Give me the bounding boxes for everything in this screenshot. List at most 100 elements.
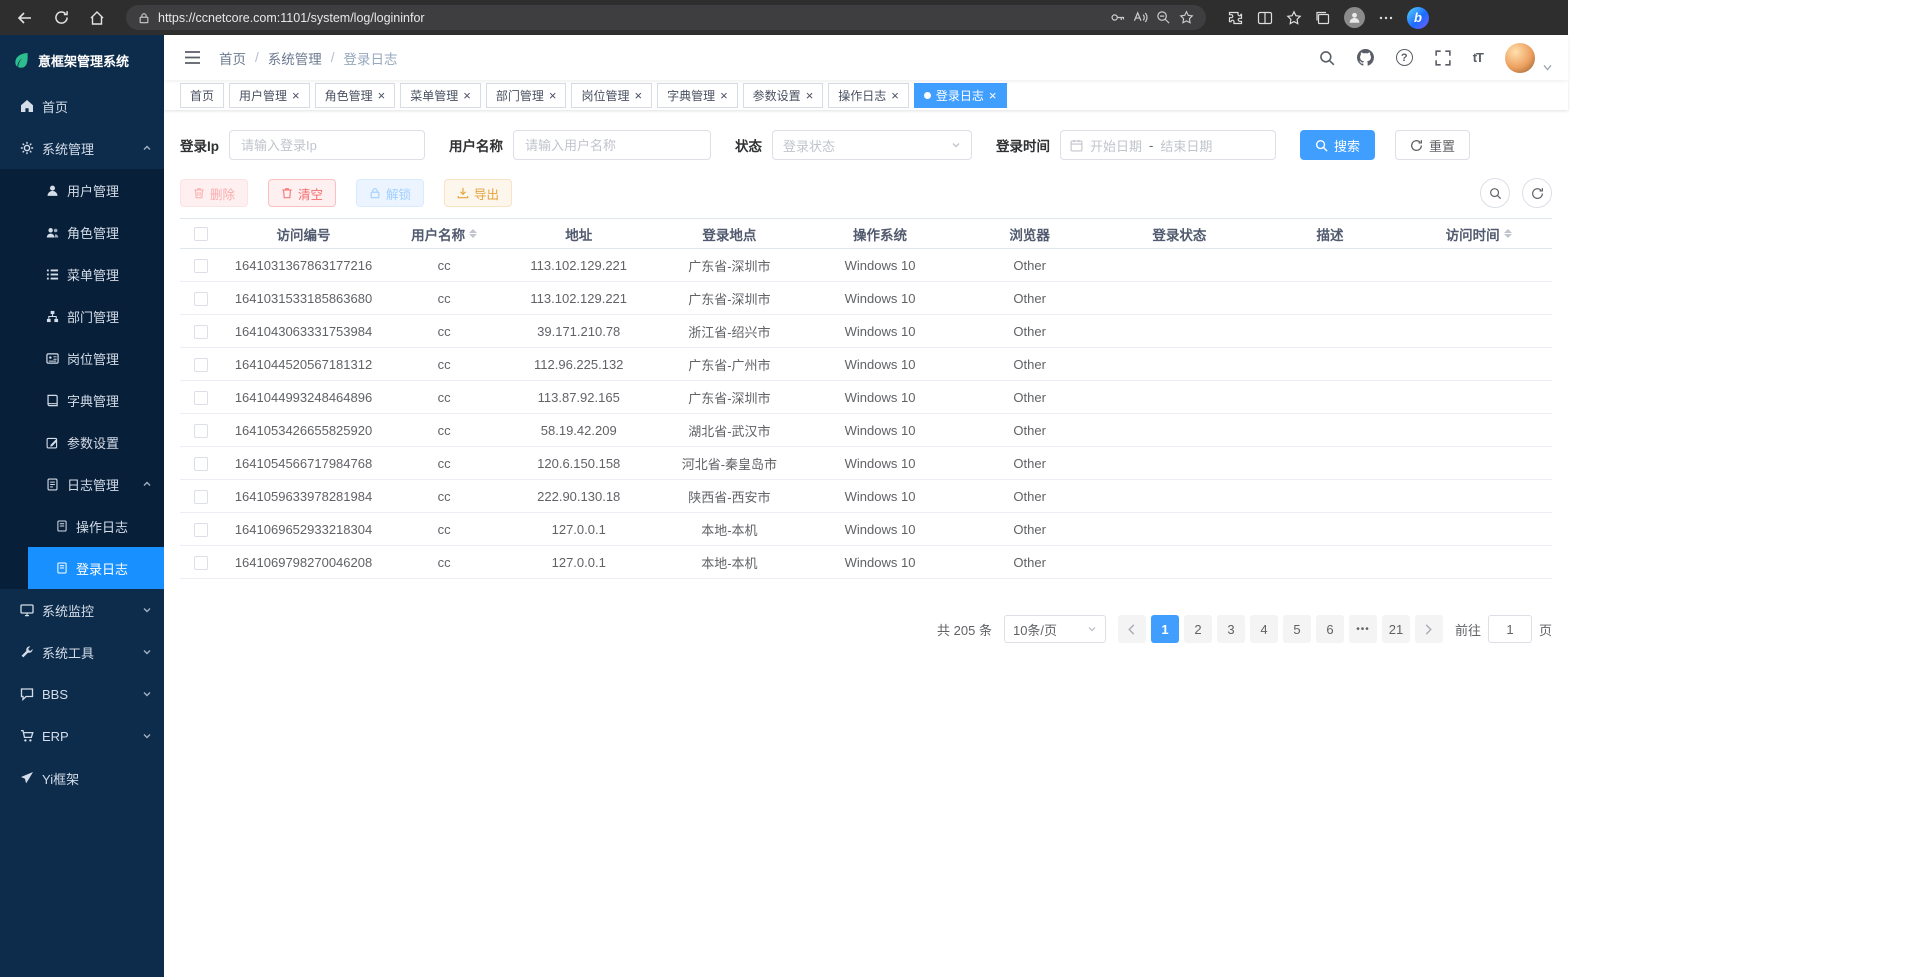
tab-operation-log[interactable]: 操作日志× (828, 83, 909, 108)
password-key-icon[interactable] (1110, 10, 1125, 25)
page-button-3[interactable]: 3 (1217, 615, 1245, 643)
user-avatar[interactable] (1505, 43, 1535, 73)
tab-close-icon[interactable]: × (989, 89, 997, 102)
extensions-icon[interactable] (1228, 10, 1244, 26)
tab-login-log[interactable]: 登录日志× (914, 83, 1007, 108)
collections-icon[interactable] (1315, 10, 1331, 26)
table-row[interactable]: 1641069798270046208cc127.0.0.1本地-本机Windo… (180, 546, 1552, 579)
tab-close-icon[interactable]: × (634, 89, 642, 102)
sidebar-item-menu-management[interactable]: 菜单管理 (0, 253, 164, 295)
table-row[interactable]: 1641044993248464896cc113.87.92.165广东省-深圳… (180, 381, 1552, 414)
sidebar-item-yi-framework[interactable]: Yi框架 (0, 757, 164, 799)
home-button[interactable] (82, 4, 112, 31)
sidebar-item-operation-log[interactable]: 操作日志 (0, 505, 164, 547)
show-search-toggle-button[interactable] (1480, 178, 1510, 208)
delete-button[interactable]: 删除 (180, 179, 248, 207)
row-checkbox[interactable] (194, 325, 208, 339)
row-checkbox[interactable] (194, 490, 208, 504)
tab-user-management[interactable]: 用户管理× (229, 83, 310, 108)
login-time-range-picker[interactable]: 开始日期 - 结束日期 (1060, 130, 1276, 160)
clear-button[interactable]: 清空 (268, 179, 336, 207)
row-checkbox[interactable] (194, 523, 208, 537)
tab-role-management[interactable]: 角色管理× (315, 83, 396, 108)
row-checkbox[interactable] (194, 358, 208, 372)
tab-post-management[interactable]: 岗位管理× (571, 83, 652, 108)
more-pages-button[interactable]: ••• (1349, 615, 1377, 643)
page-button-2[interactable]: 2 (1184, 615, 1212, 643)
table-row[interactable]: 1641053426655825920cc58.19.42.209湖北省-武汉市… (180, 414, 1552, 447)
favorites-icon[interactable] (1286, 10, 1302, 26)
prev-page-button[interactable] (1118, 615, 1146, 643)
breadcrumb-home[interactable]: 首页 (219, 48, 246, 68)
sidebar-item-system-management[interactable]: 系统管理 (0, 127, 164, 169)
fullscreen-button[interactable] (1435, 50, 1451, 66)
more-options-icon[interactable] (1378, 10, 1394, 26)
tab-close-icon[interactable]: × (806, 89, 814, 102)
tab-close-icon[interactable]: × (463, 89, 471, 102)
tab-parameter-settings[interactable]: 参数设置× (743, 83, 824, 108)
row-checkbox[interactable] (194, 457, 208, 471)
page-button-6[interactable]: 6 (1316, 615, 1344, 643)
sidebar-item-parameter-settings[interactable]: 参数设置 (0, 421, 164, 463)
sidebar-toggle-button[interactable] (184, 50, 201, 65)
login-ip-input[interactable] (229, 130, 425, 160)
unlock-button[interactable]: 解锁 (356, 179, 424, 207)
export-button[interactable]: 导出 (444, 179, 512, 207)
select-all-checkbox[interactable] (194, 227, 208, 241)
page-size-select[interactable]: 10条/页 (1004, 615, 1106, 643)
goto-page-input[interactable] (1488, 615, 1532, 643)
table-row[interactable]: 1641054566717984768cc120.6.150.158河北省-秦皇… (180, 447, 1552, 480)
tab-close-icon[interactable]: × (720, 89, 728, 102)
tab-department-management[interactable]: 部门管理× (486, 83, 567, 108)
username-input[interactable] (513, 130, 711, 160)
sidebar-item-role-management[interactable]: 角色管理 (0, 211, 164, 253)
sort-control[interactable] (1504, 229, 1512, 238)
status-select[interactable]: 登录状态 (772, 130, 972, 160)
browser-profile-icon[interactable] (1344, 7, 1365, 28)
sidebar-item-user-management[interactable]: 用户管理 (0, 169, 164, 211)
tab-menu-management[interactable]: 菜单管理× (400, 83, 481, 108)
sidebar-item-system-monitor[interactable]: 系统监控 (0, 589, 164, 631)
bing-chat-icon[interactable]: b (1407, 7, 1429, 29)
row-checkbox[interactable] (194, 391, 208, 405)
row-checkbox[interactable] (194, 556, 208, 570)
page-button-1[interactable]: 1 (1151, 615, 1179, 643)
tab-close-icon[interactable]: × (891, 89, 899, 102)
text-size-button[interactable]: tT (1473, 50, 1483, 65)
table-row[interactable]: 1641069652933218304cc127.0.0.1本地-本机Windo… (180, 513, 1552, 546)
split-screen-icon[interactable] (1257, 10, 1273, 26)
refresh-table-button[interactable] (1522, 178, 1552, 208)
github-link-button[interactable] (1357, 49, 1374, 66)
table-row[interactable]: 1641031367863177216cc113.102.129.221广东省-… (180, 249, 1552, 282)
tab-close-icon[interactable]: × (292, 89, 300, 102)
sort-control[interactable] (469, 229, 477, 238)
reset-button[interactable]: 重置 (1395, 130, 1470, 160)
tab-close-icon[interactable]: × (549, 89, 557, 102)
help-button[interactable]: ? (1396, 49, 1413, 66)
table-row[interactable]: 1641044520567181312cc112.96.225.132广东省-广… (180, 348, 1552, 381)
tab-dictionary-management[interactable]: 字典管理× (657, 83, 738, 108)
sidebar-item-bbs[interactable]: BBS (0, 673, 164, 715)
sidebar-item-department-management[interactable]: 部门管理 (0, 295, 164, 337)
tab-close-icon[interactable]: × (378, 89, 386, 102)
sidebar-item-post-management[interactable]: 岗位管理 (0, 337, 164, 379)
sidebar-item-login-log[interactable]: 登录日志 (0, 547, 164, 589)
sidebar-item-erp[interactable]: ERP (0, 715, 164, 757)
sidebar-item-dictionary-management[interactable]: 字典管理 (0, 379, 164, 421)
refresh-button[interactable] (46, 4, 76, 31)
back-button[interactable] (10, 4, 40, 31)
table-row[interactable]: 1641043063331753984cc39.171.210.78浙江省-绍兴… (180, 315, 1552, 348)
sidebar-item-home[interactable]: 首页 (0, 85, 164, 127)
header-search-button[interactable] (1319, 50, 1335, 66)
page-button-4[interactable]: 4 (1250, 615, 1278, 643)
page-button-5[interactable]: 5 (1283, 615, 1311, 643)
sidebar-item-system-tools[interactable]: 系统工具 (0, 631, 164, 673)
zoom-out-icon[interactable] (1156, 10, 1171, 25)
row-checkbox[interactable] (194, 424, 208, 438)
row-checkbox[interactable] (194, 259, 208, 273)
tab-home[interactable]: 首页 (180, 83, 224, 108)
page-button-21[interactable]: 21 (1382, 615, 1410, 643)
breadcrumb-system-management[interactable]: 系统管理 (268, 48, 322, 68)
row-checkbox[interactable] (194, 292, 208, 306)
table-row[interactable]: 1641031533185863680cc113.102.129.221广东省-… (180, 282, 1552, 315)
